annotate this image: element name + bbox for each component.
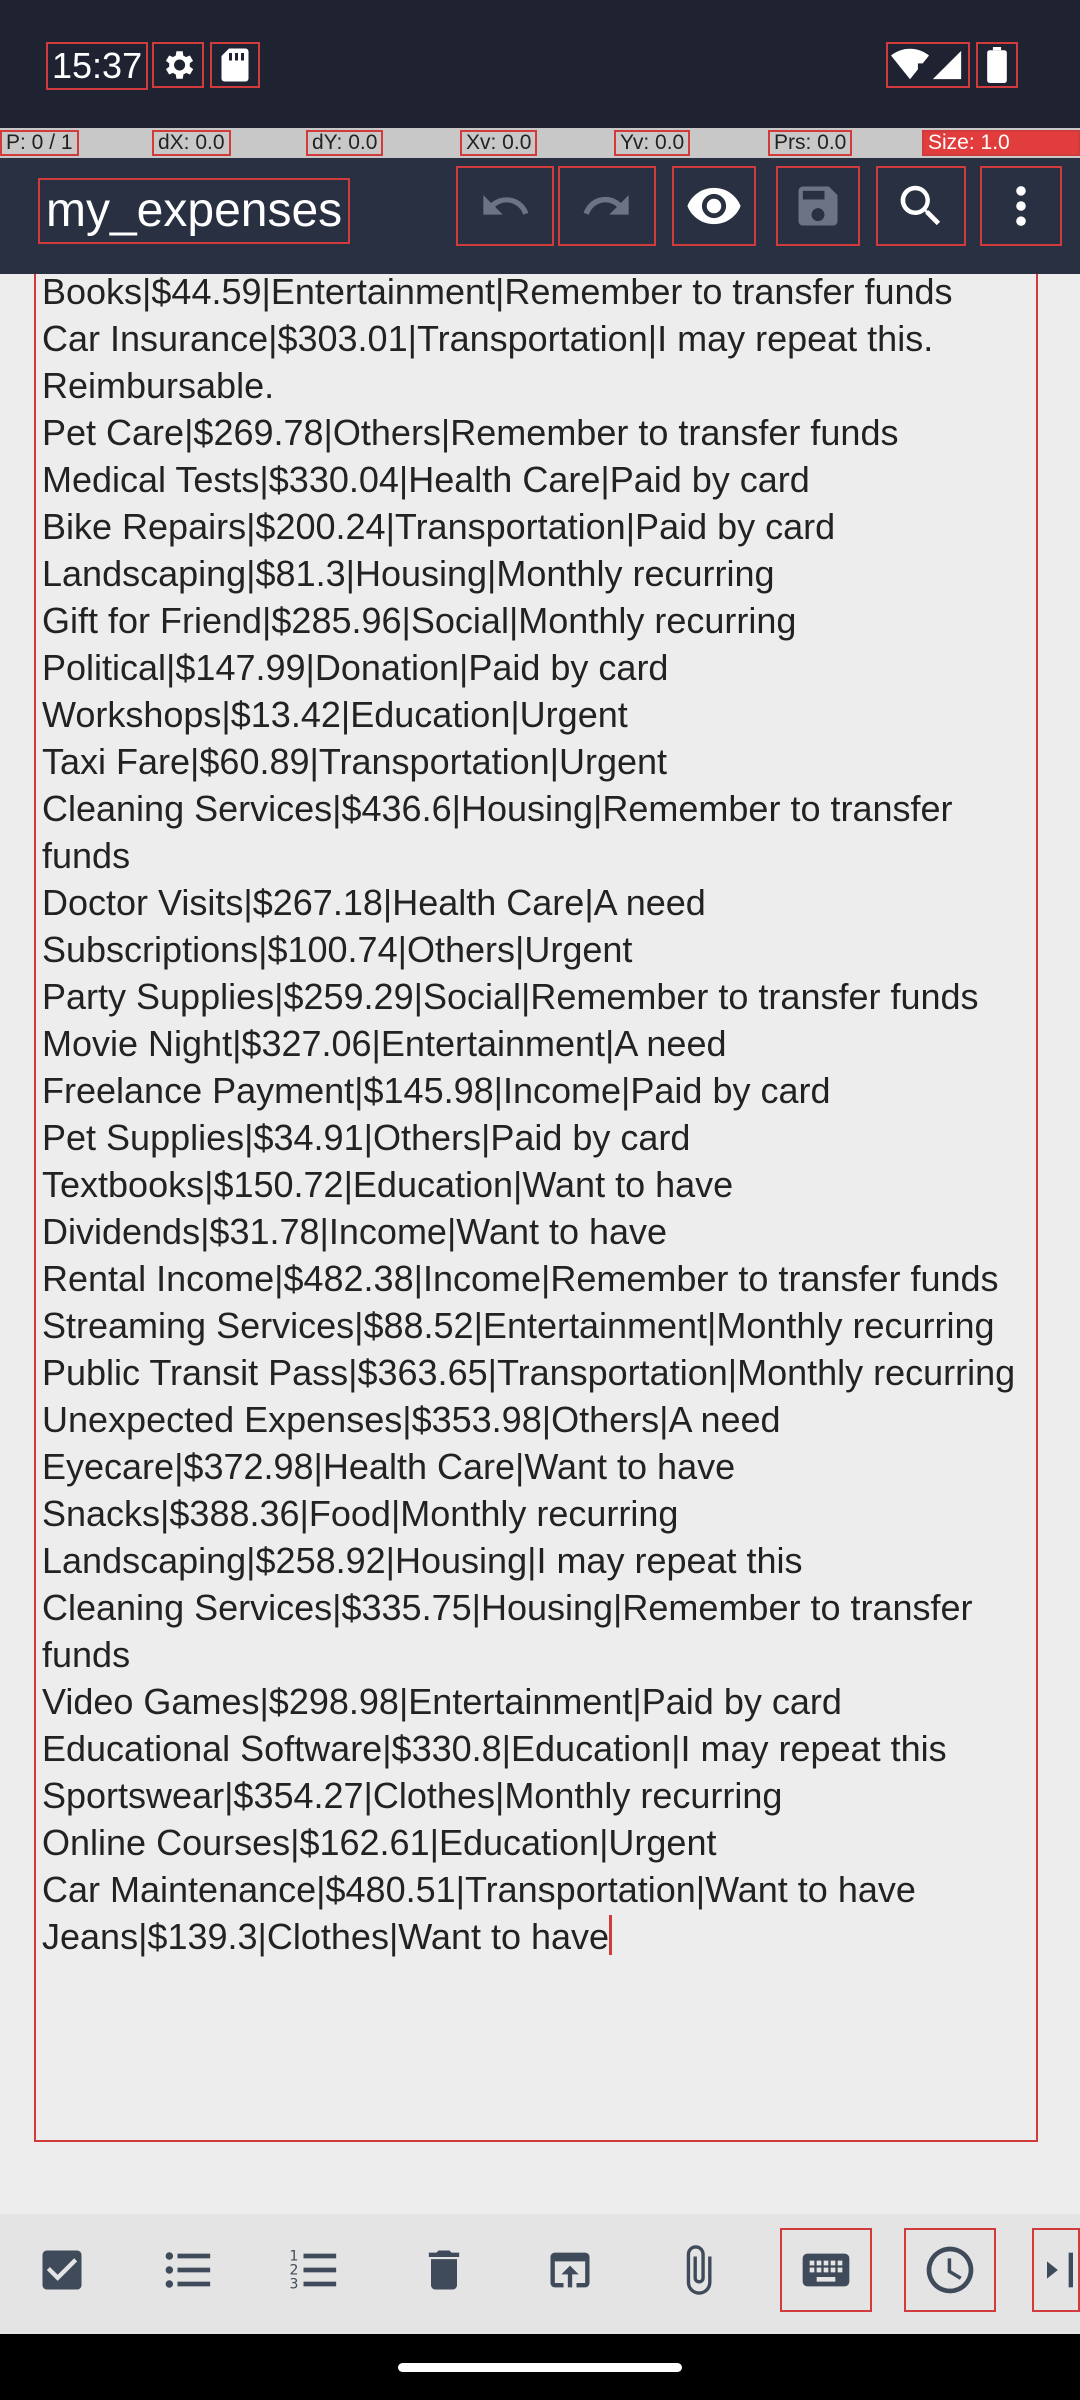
editor-area: Books|$44.59|Entertainment|Remember to t…	[0, 274, 1080, 2214]
open-in-new-icon	[550, 2252, 590, 2288]
sd-card-icon	[210, 42, 260, 88]
checkbox-icon	[42, 2250, 82, 2290]
editor-line: Pet Supplies|$34.91|Others|Paid by card	[42, 1117, 691, 1158]
keyboard-icon	[802, 2253, 850, 2287]
editor-line: Books|$44.59|Entertainment|Remember to t…	[42, 274, 953, 312]
editor-line: Medical Tests|$330.04|Health Care|Paid b…	[42, 459, 810, 500]
pointer-yv: Yv: 0.0	[614, 130, 691, 156]
editor-line: Textbooks|$150.72|Education|Want to have	[42, 1164, 734, 1205]
signal-icon	[932, 50, 962, 80]
redo-icon	[583, 195, 629, 215]
editor-line: Landscaping|$81.3|Housing|Monthly recurr…	[42, 553, 775, 594]
pointer-xv: Xv: 0.0	[460, 130, 538, 156]
editor-line: Doctor Visits|$267.18|Health Care|A need	[42, 882, 706, 923]
editor-line: Video Games|$298.98|Entertainment|Paid b…	[42, 1681, 842, 1722]
more-vert-icon	[1016, 186, 1026, 226]
numbered-list-icon: 123	[290, 2249, 337, 2293]
indent-icon	[1047, 2252, 1073, 2288]
editor-line: Political|$147.99|Donation|Paid by card	[42, 647, 669, 688]
editor-line: Streaming Services|$88.52|Entertainment|…	[42, 1305, 995, 1346]
more-options-button[interactable]	[980, 166, 1062, 246]
editor-line: Pet Care|$269.78|Others|Remember to tran…	[42, 412, 899, 453]
clock-icon	[926, 2246, 974, 2294]
eye-icon	[687, 187, 741, 225]
search-button[interactable]	[876, 166, 966, 246]
bulleted-list-button[interactable]	[142, 2228, 234, 2312]
delete-icon	[428, 2250, 460, 2290]
wifi-signal-icons	[886, 42, 970, 88]
bulleted-list-icon	[165, 2252, 211, 2288]
text-editor[interactable]: Books|$44.59|Entertainment|Remember to t…	[34, 274, 1038, 2142]
editor-line: Gift for Friend|$285.96|Social|Monthly r…	[42, 600, 797, 641]
editor-line: Jeans|$139.3|Clothes|Want to have	[42, 1913, 1036, 1960]
preview-button[interactable]	[672, 166, 756, 246]
pointer-dx: dX: 0.0	[152, 130, 231, 156]
editor-line: Subscriptions|$100.74|Others|Urgent	[42, 929, 633, 970]
editor-line: Online Courses|$162.61|Education|Urgent	[42, 1822, 717, 1863]
editor-line: Party Supplies|$259.29|Social|Remember t…	[42, 976, 979, 1017]
checkbox-button[interactable]	[16, 2228, 108, 2312]
editor-line: Dividends|$31.78|Income|Want to have	[42, 1211, 668, 1252]
numbered-list-button[interactable]: 123	[268, 2228, 360, 2312]
status-bar: 15:37	[0, 0, 1080, 128]
keyboard-button[interactable]	[780, 2228, 872, 2312]
pointer-location-bar: P: 0 / 1 dX: 0.0 dY: 0.0 Xv: 0.0 Yv: 0.0…	[0, 128, 1080, 158]
text-cursor	[609, 1915, 613, 1955]
pointer-size: Size: 1.0	[922, 130, 1080, 156]
gear-icon	[152, 42, 204, 88]
wifi-icon	[891, 48, 929, 80]
pointer-prs: Prs: 0.0	[768, 130, 853, 156]
open-in-new-button[interactable]	[524, 2228, 616, 2312]
undo-icon	[483, 195, 529, 215]
search-icon	[900, 185, 941, 226]
undo-button[interactable]	[456, 166, 554, 246]
home-handle[interactable]	[398, 2363, 682, 2372]
editor-line: Bike Repairs|$200.24|Transportation|Paid…	[42, 506, 836, 547]
editor-line: Rental Income|$482.38|Income|Remember to…	[42, 1258, 999, 1299]
editor-line: Freelance Payment|$145.98|Income|Paid by…	[42, 1070, 831, 1111]
delete-button[interactable]	[398, 2228, 490, 2312]
file-title[interactable]: my_expenses	[38, 178, 351, 244]
pointer-count: P: 0 / 1	[0, 130, 79, 156]
attach-icon	[686, 2245, 712, 2295]
app-toolbar: my_expenses	[0, 158, 1080, 274]
editor-line: Car Insurance|$303.01|Transportation|I m…	[42, 318, 944, 406]
editor-line: Public Transit Pass|$363.65|Transportati…	[42, 1352, 1016, 1393]
svg-text:3: 3	[290, 2277, 299, 2293]
status-time: 15:37	[46, 42, 149, 90]
editor-line: Eyecare|$372.98|Health Care|Want to have	[42, 1446, 736, 1487]
battery-icon	[976, 42, 1018, 88]
pointer-dy: dY: 0.0	[306, 130, 384, 156]
editor-line: Sportswear|$354.27|Clothes|Monthly recur…	[42, 1775, 783, 1816]
system-nav-bar	[0, 2334, 1080, 2400]
redo-button[interactable]	[558, 166, 656, 246]
history-button[interactable]	[904, 2228, 996, 2312]
editor-line: Unexpected Expenses|$353.98|Others|A nee…	[42, 1399, 781, 1440]
formatting-bar: 123	[0, 2214, 1080, 2334]
save-icon	[798, 186, 838, 226]
save-button[interactable]	[776, 166, 860, 246]
editor-line: Snacks|$388.36|Food|Monthly recurring	[42, 1493, 679, 1534]
indent-button[interactable]	[1032, 2228, 1080, 2312]
editor-line: Cleaning Services|$436.6|Housing|Remembe…	[42, 788, 963, 876]
editor-line: Educational Software|$330.8|Education|I …	[42, 1728, 947, 1769]
editor-line: Car Maintenance|$480.51|Transportation|W…	[42, 1869, 916, 1910]
editor-line: Cleaning Services|$335.75|Housing|Rememb…	[42, 1587, 983, 1675]
editor-line: Workshops|$13.42|Education|Urgent	[42, 694, 628, 735]
attach-button[interactable]	[652, 2228, 744, 2312]
editor-line: Taxi Fare|$60.89|Transportation|Urgent	[42, 741, 668, 782]
editor-line: Movie Night|$327.06|Entertainment|A need	[42, 1023, 727, 1064]
editor-line: Landscaping|$258.92|Housing|I may repeat…	[42, 1540, 803, 1581]
